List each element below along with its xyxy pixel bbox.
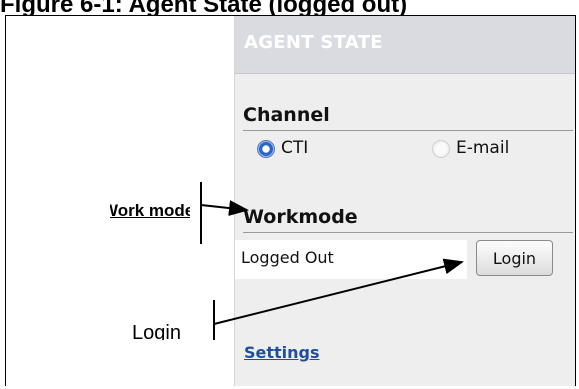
login-arrow xyxy=(213,258,464,325)
workmode-arrow xyxy=(200,200,249,217)
callout-arrows xyxy=(200,182,464,340)
